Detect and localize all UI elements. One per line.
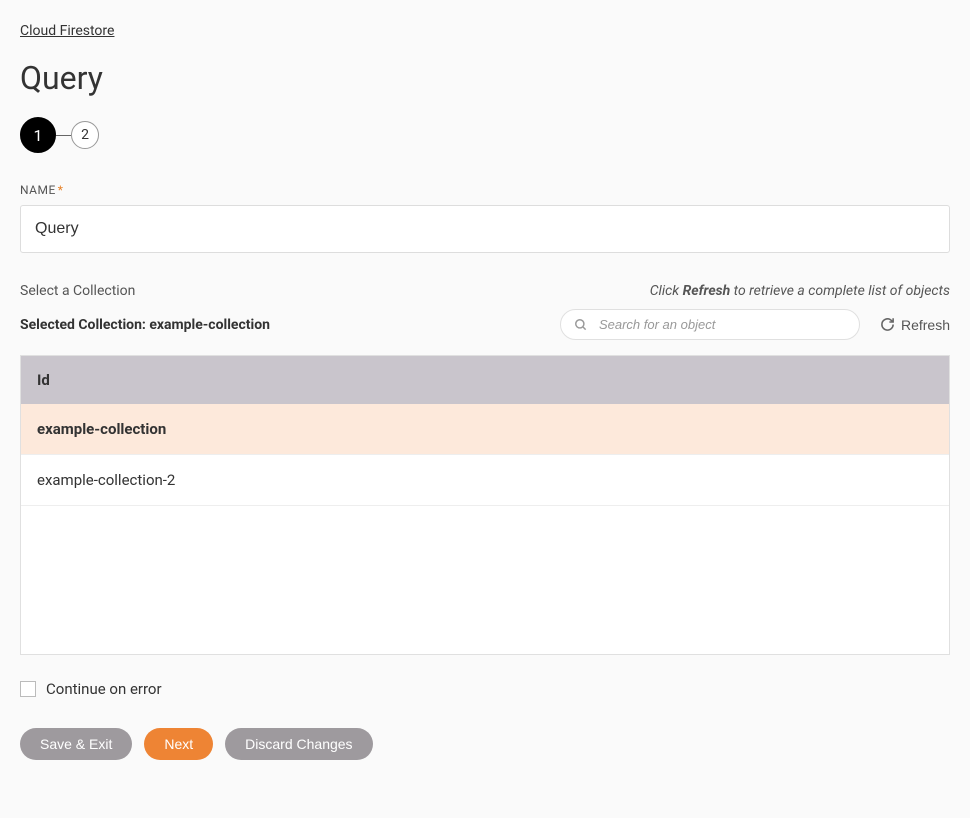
search-refresh-group: Refresh <box>560 309 950 340</box>
select-collection-label: Select a Collection <box>20 283 135 299</box>
refresh-button[interactable]: Refresh <box>880 317 950 333</box>
table-row[interactable]: example-collection-2 <box>21 455 949 506</box>
collection-table: Id example-collection example-collection… <box>20 355 950 655</box>
refresh-hint-bold: Refresh <box>683 283 731 299</box>
search-icon <box>574 318 588 332</box>
continue-on-error-label: Continue on error <box>46 680 162 698</box>
step-connector <box>56 135 71 136</box>
stepper: 1 2 <box>20 117 950 153</box>
name-label-text: NAME <box>20 183 56 197</box>
continue-on-error-checkbox[interactable] <box>20 681 36 697</box>
refresh-hint-suffix: to retrieve a complete list of objects <box>730 283 950 299</box>
next-button[interactable]: Next <box>144 728 213 760</box>
selected-collection-row: Selected Collection: example-collection … <box>20 309 950 340</box>
refresh-icon <box>880 317 895 332</box>
required-asterisk: * <box>58 183 64 197</box>
breadcrumb-link[interactable]: Cloud Firestore <box>20 23 114 39</box>
selected-collection-text: Selected Collection: example-collection <box>20 317 270 333</box>
page-title: Query <box>20 59 950 97</box>
step-2[interactable]: 2 <box>71 121 99 149</box>
name-input[interactable] <box>20 205 950 253</box>
selected-collection-value: example-collection <box>149 317 270 333</box>
collection-section-header: Select a Collection Click Refresh to ret… <box>20 283 950 299</box>
refresh-hint-prefix: Click <box>650 283 683 299</box>
search-box <box>560 309 860 340</box>
step-1[interactable]: 1 <box>20 117 56 153</box>
discard-changes-button[interactable]: Discard Changes <box>225 728 372 760</box>
save-exit-button[interactable]: Save & Exit <box>20 728 132 760</box>
search-input[interactable] <box>560 309 860 340</box>
button-row: Save & Exit Next Discard Changes <box>20 728 950 760</box>
continue-on-error-row: Continue on error <box>20 680 950 698</box>
refresh-label: Refresh <box>901 317 950 333</box>
table-header-id: Id <box>21 356 949 404</box>
selected-collection-prefix: Selected Collection: <box>20 317 149 333</box>
name-field-label: NAME* <box>20 183 950 197</box>
refresh-hint: Click Refresh to retrieve a complete lis… <box>650 283 950 299</box>
table-row[interactable]: example-collection <box>21 404 949 455</box>
